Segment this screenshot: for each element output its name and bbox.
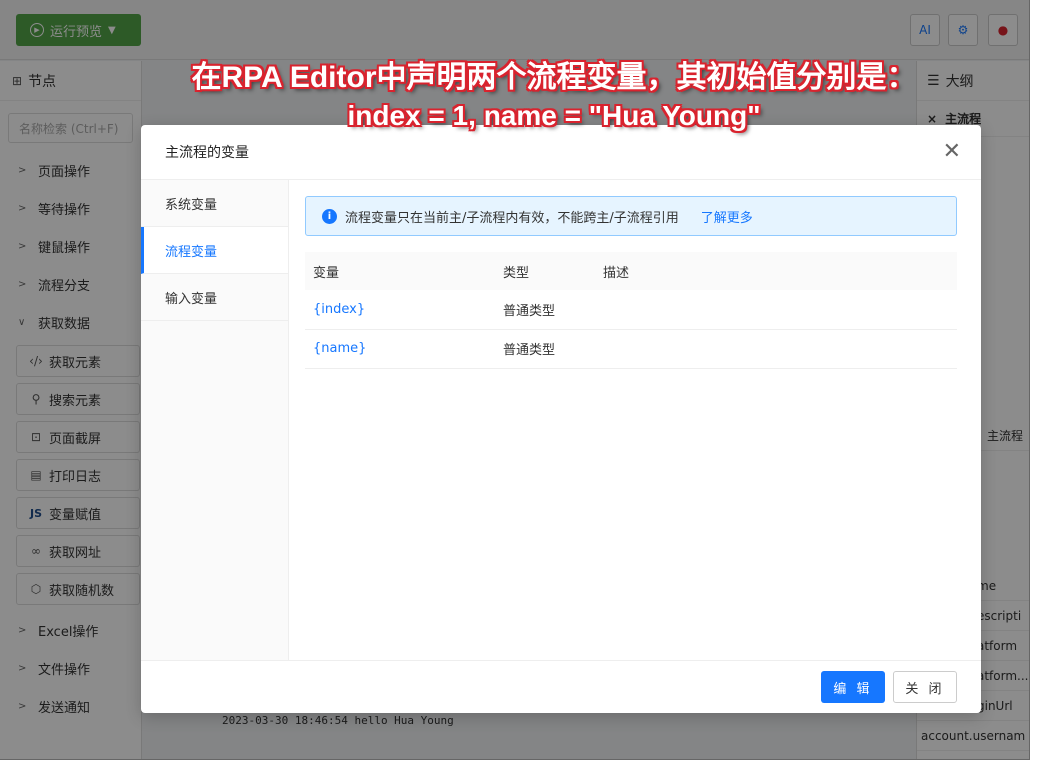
dialog-body: i 流程变量只在当前主/子流程内有效，不能跨主/子流程引用 了解更多 变量 类型… bbox=[289, 180, 981, 660]
variables-dialog: 主流程的变量 ✕ 系统变量 流程变量 输入变量 i 流程变量只在当前主/子流程内有效… bbox=[141, 125, 981, 713]
close-button[interactable]: 关 闭 bbox=[893, 671, 957, 703]
tab-system-variables[interactable]: 系统变量 bbox=[141, 180, 288, 227]
variable-name-cell[interactable]: {index} bbox=[305, 290, 495, 330]
variable-desc-cell bbox=[595, 329, 957, 369]
dialog-tab-list: 系统变量 流程变量 输入变量 bbox=[141, 180, 289, 660]
tab-input-variables[interactable]: 输入变量 bbox=[141, 274, 288, 321]
learn-more-link[interactable]: 了解更多 bbox=[701, 207, 753, 226]
dialog-footer: 编 辑 关 闭 bbox=[141, 660, 981, 713]
variable-type-cell: 普通类型 bbox=[495, 329, 595, 369]
variable-type-cell: 普通类型 bbox=[495, 290, 595, 330]
table-header-row: 变量 类型 描述 bbox=[305, 252, 957, 290]
variable-name-cell[interactable]: {name} bbox=[305, 329, 495, 369]
table-row[interactable]: {index} 普通类型 bbox=[305, 290, 957, 330]
annotation-line-1: 在RPA Editor中声明两个流程变量，其初始值分别是： bbox=[191, 61, 917, 94]
col-header-desc: 描述 bbox=[595, 252, 957, 290]
variables-table: 变量 类型 描述 {index} 普通类型 {name} 普通类型 bbox=[305, 252, 957, 369]
close-icon[interactable]: ✕ bbox=[943, 139, 961, 165]
table-row[interactable]: {name} 普通类型 bbox=[305, 329, 957, 369]
tab-process-variables[interactable]: 流程变量 bbox=[141, 227, 288, 274]
col-header-type: 类型 bbox=[495, 252, 595, 290]
col-header-variable: 变量 bbox=[305, 252, 495, 290]
notice-text: 流程变量只在当前主/子流程内有效，不能跨主/子流程引用 bbox=[345, 210, 679, 226]
variable-desc-cell bbox=[595, 290, 957, 330]
dialog-title: 主流程的变量 bbox=[165, 145, 249, 161]
dialog-header: 主流程的变量 ✕ bbox=[141, 125, 981, 180]
info-notice: i 流程变量只在当前主/子流程内有效，不能跨主/子流程引用 了解更多 bbox=[305, 196, 957, 236]
annotation-line-2: index = 1, name = "Hua Young" bbox=[347, 100, 761, 131]
edit-button[interactable]: 编 辑 bbox=[821, 671, 885, 703]
info-icon: i bbox=[322, 208, 337, 224]
